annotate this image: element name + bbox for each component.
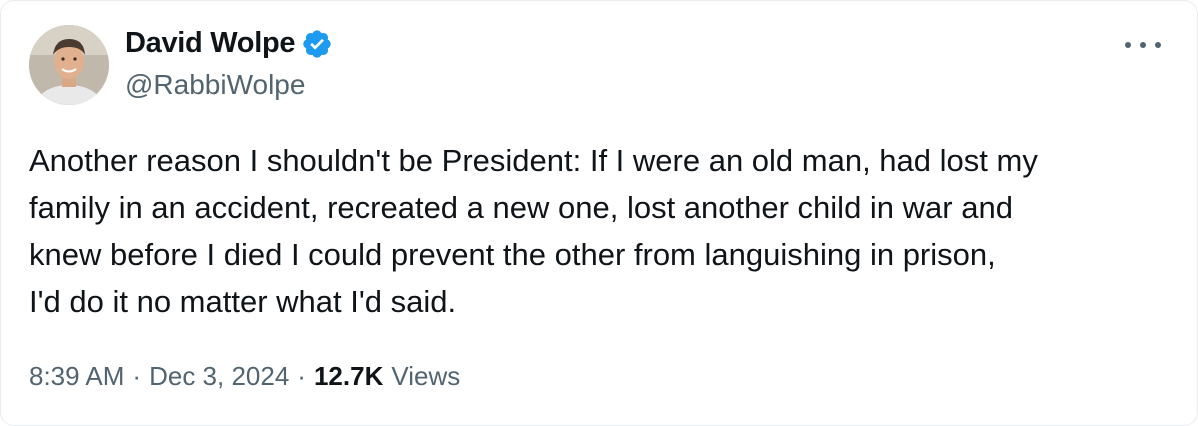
tweet-card[interactable]: David Wolpe @RabbiWolpe Another reason I… <box>0 0 1198 426</box>
tweet-text-line: I'd do it no matter what I'd said. <box>29 284 457 319</box>
tweet-text-line: knew before I died I could prevent the o… <box>29 237 996 272</box>
more-options-icon[interactable] <box>1125 33 1161 57</box>
author-handle[interactable]: @RabbiWolpe <box>125 69 305 101</box>
meta-separator: · <box>132 361 142 391</box>
views-label: Views <box>391 361 461 391</box>
avatar-photo <box>29 25 109 105</box>
more-dot-icon <box>1125 42 1131 48</box>
avatar[interactable] <box>29 25 109 105</box>
tweet-time: 8:39 AM <box>29 361 125 391</box>
verified-badge-icon[interactable] <box>301 28 333 60</box>
more-dot-icon <box>1155 42 1161 48</box>
tweet-date: Dec 3, 2024 <box>149 361 290 391</box>
author-display-name[interactable]: David Wolpe <box>125 27 296 60</box>
meta-separator: · <box>297 361 306 391</box>
tweet-text-line: Another reason I shouldn't be President:… <box>29 143 1038 178</box>
views-count: 12.7K <box>313 361 384 391</box>
tweet-meta: 8:39 AM · Dec 3, 2024 · 12.7K Views <box>29 361 460 392</box>
author-name-row: David Wolpe <box>125 27 333 60</box>
tweet-time-link[interactable]: 8:39 AM · Dec 3, 2024 <box>29 361 289 392</box>
tweet-text: Another reason I shouldn't be President:… <box>29 137 1169 325</box>
more-dot-icon <box>1140 42 1146 48</box>
tweet-text-line: family in an accident, recreated a new o… <box>29 190 1013 225</box>
